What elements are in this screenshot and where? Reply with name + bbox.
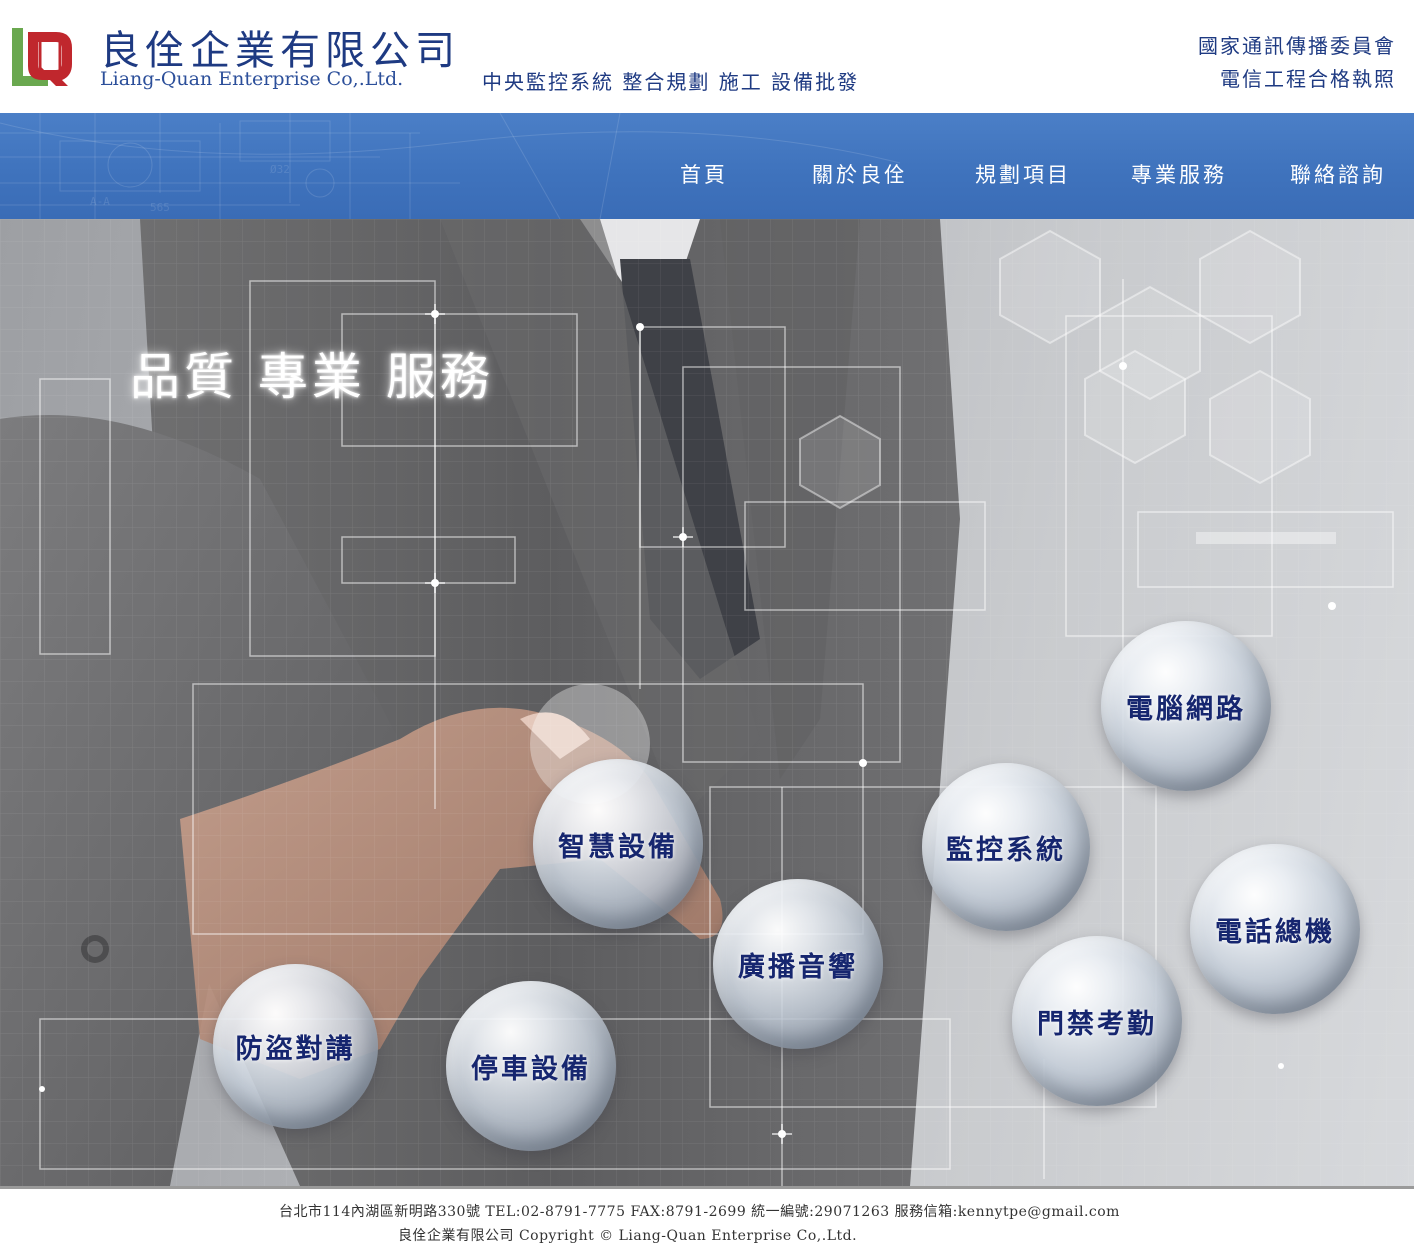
service-ball-parking[interactable]: 停車設備 bbox=[446, 981, 616, 1151]
nav-item-about[interactable]: 關於良佺 bbox=[812, 159, 908, 189]
service-label: 電腦網路 bbox=[1126, 693, 1246, 725]
svg-text:565: 565 bbox=[150, 201, 170, 214]
service-ball-phone-pbx[interactable]: 電話總機 bbox=[1190, 844, 1360, 1014]
site-header: 良佺企業有限公司 Liang-Quan Enterprise Co,.Ltd. … bbox=[0, 0, 1414, 113]
nav-item-planning[interactable]: 規劃項目 bbox=[975, 159, 1071, 189]
company-logo-icon[interactable] bbox=[10, 26, 90, 88]
service-label: 廣播音響 bbox=[738, 951, 858, 983]
service-ball-computer-network[interactable]: 電腦網路 bbox=[1101, 621, 1271, 791]
license-info: 國家通訊傳播委員會 電信工程合格執照 bbox=[1198, 30, 1396, 96]
service-ball-surveillance[interactable]: 監控系統 bbox=[922, 763, 1090, 931]
service-ball-broadcast-audio[interactable]: 廣播音響 bbox=[713, 879, 883, 1049]
nav-item-home[interactable]: 首頁 bbox=[680, 159, 728, 189]
site-footer: 台北市114內湖區新明路330號 TEL:02-8791-7775 FAX:87… bbox=[0, 1189, 1414, 1260]
footer-contact-info: 台北市114內湖區新明路330號 TEL:02-8791-7775 FAX:87… bbox=[279, 1204, 1120, 1220]
service-label: 門禁考勤 bbox=[1037, 1008, 1157, 1040]
business-tagline: 中央監控系統 整合規劃 施工 設備批發 bbox=[482, 70, 860, 94]
main-navigation: 565 Ø32 A-A 首頁 關於良佺 規劃項目 專業服務 聯絡諮詢 bbox=[0, 113, 1414, 219]
license-line-1: 國家通訊傳播委員會 bbox=[1198, 34, 1396, 58]
nav-item-contact[interactable]: 聯絡諮詢 bbox=[1290, 159, 1386, 189]
nav-item-services[interactable]: 專業服務 bbox=[1131, 159, 1227, 189]
license-line-2: 電信工程合格執照 bbox=[1220, 67, 1396, 91]
service-ball-access-control[interactable]: 門禁考勤 bbox=[1012, 936, 1182, 1106]
service-label: 防盜對講 bbox=[235, 1034, 356, 1065]
service-ball-intercom[interactable]: 防盜對講 bbox=[213, 964, 378, 1129]
service-ball-smart-devices[interactable]: 智慧設備 bbox=[533, 759, 703, 929]
service-label: 停車設備 bbox=[471, 1053, 591, 1085]
svg-text:Ø32: Ø32 bbox=[270, 163, 290, 176]
footer-copyright: 良佺企業有限公司 Copyright © Liang-Quan Enterpri… bbox=[398, 1228, 858, 1244]
hero-headline: 品質 專業 服務 bbox=[130, 348, 494, 406]
company-name-en: Liang-Quan Enterprise Co,.Ltd. bbox=[100, 68, 404, 90]
svg-text:A-A: A-A bbox=[90, 195, 110, 208]
service-label: 智慧設備 bbox=[558, 831, 678, 863]
service-label: 監控系統 bbox=[946, 834, 1066, 866]
service-label: 電話總機 bbox=[1215, 916, 1335, 948]
hero-banner: 品質 專業 服務 電腦網路 智慧設備 監控系統 廣播音響 電話總機 門禁考勤 防… bbox=[0, 219, 1414, 1186]
